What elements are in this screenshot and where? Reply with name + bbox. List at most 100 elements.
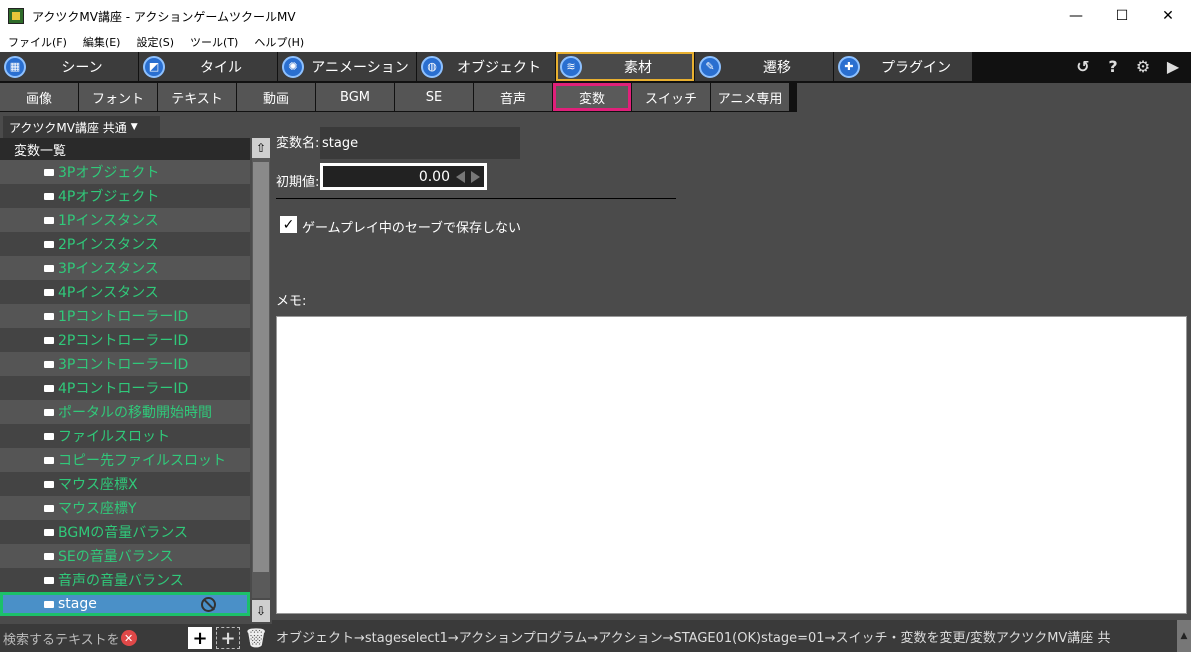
status-bar: オブジェクト→stageselect1→アクションプログラム→アクション→STA… [272,620,1191,652]
menu-edit[interactable]: 編集(E) [75,34,129,50]
list-item[interactable]: 4Pオブジェクト [0,184,250,208]
list-item[interactable]: 4Pインスタンス [0,280,250,304]
tab-transition[interactable]: ✎ 遷移 [695,52,833,81]
transition-icon: ✎ [699,55,721,78]
increment-icon[interactable] [471,170,480,183]
variable-name-input[interactable]: stage [320,127,520,159]
menu-settings[interactable]: 設定(S) [128,34,182,50]
variable-icon [44,528,54,536]
list-item[interactable]: マウス座標Y [0,496,250,520]
variable-detail-panel: 変数名: stage 初期値: 0.00 ✓ ゲームプレイ中のセーブで保存しない… [272,112,1191,652]
subtab-image[interactable]: 画像 [0,83,78,111]
variable-icon [44,312,54,320]
help-icon[interactable]: ? [1103,56,1123,76]
play-icon[interactable]: ▶ [1163,56,1183,76]
tab-plugin[interactable]: ✚ プラグイン [834,52,972,81]
variable-icon [44,168,54,176]
subtab-bgm[interactable]: BGM [316,83,394,111]
decrement-icon[interactable] [456,170,465,183]
variable-icon [44,600,54,608]
variable-name-label: 変数名: [276,136,320,151]
initial-value-label: 初期値: [276,175,320,190]
tab-scene[interactable]: ▦ シーン [0,52,138,81]
list-item[interactable]: 音声の音量バランス [0,568,250,592]
project-select-value: アクツクMV講座 共通 [9,120,127,135]
subtab-voice[interactable]: 音声 [474,83,552,111]
subtab-text[interactable]: テキスト [158,83,236,111]
tab-label: オブジェクト [457,59,541,76]
variable-icon [44,552,54,560]
subtab-video[interactable]: 動画 [237,83,315,111]
menu-help[interactable]: ヘルプ(H) [246,34,312,50]
list-item[interactable]: BGMの音量バランス [0,520,250,544]
menu-file[interactable]: ファイル(F) [0,34,75,50]
scroll-up-button[interactable]: ⇧ [252,138,270,158]
tab-animation[interactable]: ✺ アニメーション [278,52,416,81]
list-item[interactable]: コピー先ファイルスロット [0,448,250,472]
scrollbar-thumb[interactable] [253,162,269,572]
material-icon: ≋ [560,55,582,78]
clear-search-icon[interactable]: ✕ [120,630,137,646]
variable-list-panel: アクツクMV講座 共通 ▼ 変数一覧 ⇧ ⇩ 3Pオブジェクト 4Pオブジェクト… [0,112,272,652]
trash-icon[interactable]: 🗑 [244,627,268,649]
toolbar-icons: ↺ ? ⚙ ▶ [1073,56,1183,76]
tab-tile[interactable]: ◩ タイル [139,52,277,81]
subtab-anime-only[interactable]: アニメ専用 [711,83,789,111]
variable-icon [44,192,54,200]
list-item-selected[interactable]: stage [0,592,250,616]
subtab-switch[interactable]: スイッチ [632,83,710,111]
list-item[interactable]: ファイルスロット [0,424,250,448]
list-item-label: 4Pインスタンス [58,285,159,301]
list-item-label: ファイルスロット [58,429,170,445]
search-input[interactable]: 検索するテキストを [3,629,120,648]
scroll-down-button[interactable]: ⇩ [252,600,270,622]
tab-object[interactable]: ◍ オブジェクト [417,52,555,81]
sub-tab-bar: 画像 フォント テキスト 動画 BGM SE 音声 変数 スイッチ アニメ専用 [0,83,797,112]
subtab-se[interactable]: SE [395,83,473,111]
project-select[interactable]: アクツクMV講座 共通 ▼ [3,116,160,138]
no-save-checkbox[interactable]: ✓ [280,216,297,233]
list-item[interactable]: 3Pオブジェクト [0,160,250,184]
add-folder-button[interactable]: + [216,627,240,649]
variable-icon [44,576,54,584]
list-item[interactable]: ポータルの移動開始時間 [0,400,250,424]
subtab-font[interactable]: フォント [79,83,157,111]
list-item[interactable]: 1Pインスタンス [0,208,250,232]
subtab-variable[interactable]: 変数 [553,83,631,111]
window-title: アクツクMV講座 - アクションゲームツクールMV [32,9,296,24]
menu-bar: ファイル(F) 編集(E) 設定(S) ツール(T) ヘルプ(H) [0,32,1191,52]
maximize-button[interactable]: ☐ [1099,0,1145,32]
variable-icon [44,288,54,296]
variable-list: 3Pオブジェクト 4Pオブジェクト 1Pインスタンス 2Pインスタンス 3Pイン… [0,160,250,616]
scene-icon: ▦ [4,55,26,78]
list-item[interactable]: マウス座標X [0,472,250,496]
search-bar: 検索するテキストを ✕ + + 🗑 [0,624,272,652]
list-item-label: stage [58,596,97,612]
memo-label: メモ: [276,294,307,309]
list-item[interactable]: SEの音量バランス [0,544,250,568]
status-scroll-button[interactable]: ▲ [1177,620,1191,652]
tab-material[interactable]: ≋ 素材 [556,52,694,81]
refresh-icon[interactable]: ↺ [1073,56,1093,76]
tab-label: 素材 [624,59,652,76]
memo-textarea[interactable] [276,316,1187,614]
initial-value-stepper[interactable]: 0.00 [320,163,487,190]
variable-icon [44,432,54,440]
main-tab-bar: ▦ シーン ◩ タイル ✺ アニメーション ◍ オブジェクト ≋ 素材 ✎ 遷移… [0,52,1191,83]
variable-icon [44,216,54,224]
list-item[interactable]: 1PコントローラーID [0,304,250,328]
list-item[interactable]: 3Pインスタンス [0,256,250,280]
variable-icon [44,264,54,272]
list-item[interactable]: 4PコントローラーID [0,376,250,400]
not-saved-icon [201,596,216,612]
list-item-label: 4Pオブジェクト [58,189,160,205]
close-button[interactable]: ✕ [1145,0,1191,32]
menu-tools[interactable]: ツール(T) [182,34,246,50]
list-item[interactable]: 2PコントローラーID [0,328,250,352]
list-item-label: 1Pインスタンス [58,213,159,229]
add-variable-button[interactable]: + [188,627,212,649]
gear-icon[interactable]: ⚙ [1133,56,1153,76]
list-item[interactable]: 2Pインスタンス [0,232,250,256]
minimize-button[interactable]: — [1053,0,1099,32]
list-item[interactable]: 3PコントローラーID [0,352,250,376]
